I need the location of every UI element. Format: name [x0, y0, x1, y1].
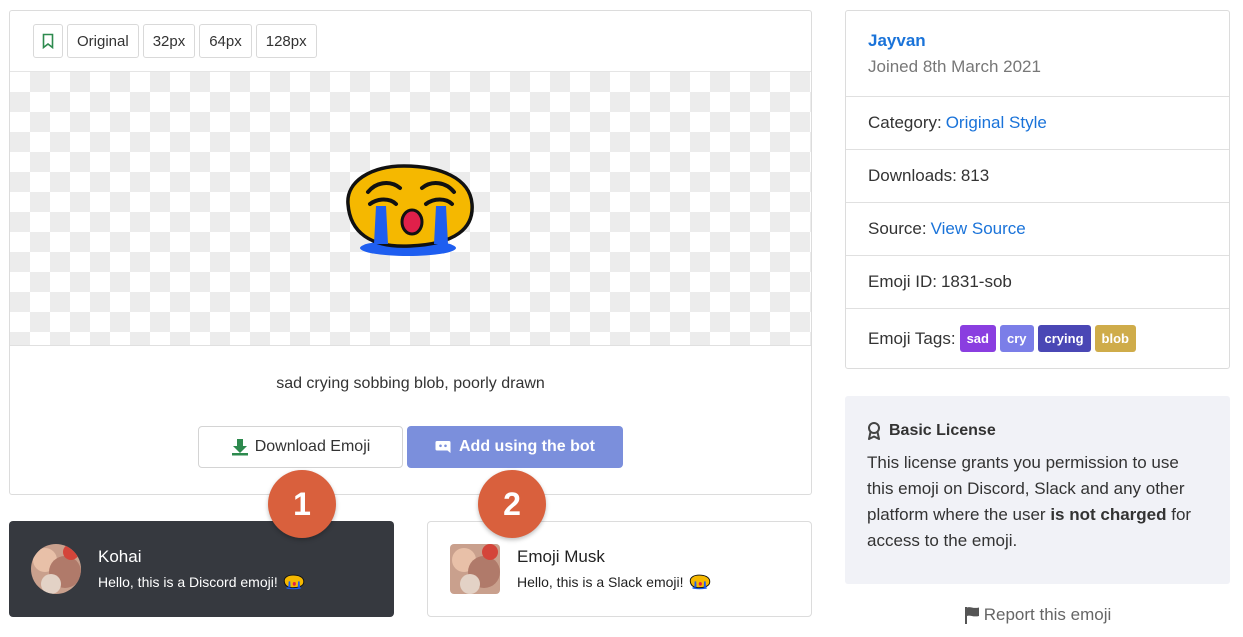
size-64px-button[interactable]: 64px — [199, 24, 252, 58]
download-label: Download Emoji — [254, 438, 371, 455]
license-text: This license grants you permission to us… — [867, 450, 1208, 554]
emoji-preview-card: Original 32px 64px 128px sad crying sobb… — [9, 10, 812, 495]
slack-preview: Emoji Musk Hello, this is a Slack emoji! — [427, 521, 812, 617]
step-badge-1: 1 — [268, 470, 336, 538]
downloads-row: Downloads: 813 — [846, 150, 1229, 203]
license-box: Basic License This license grants you pe… — [845, 396, 1230, 584]
source-row: Source: View Source — [846, 203, 1229, 256]
bookmark-icon — [42, 33, 54, 49]
tags-label: Emoji Tags: — [868, 328, 956, 348]
download-icon — [231, 439, 248, 456]
tag-cry[interactable]: cry — [999, 325, 1034, 352]
view-source-link[interactable]: View Source — [931, 219, 1026, 239]
tag-crying[interactable]: crying — [1037, 325, 1091, 352]
license-header: Basic License — [867, 422, 1208, 440]
emoji-description: sad crying sobbing blob, poorly drawn — [276, 375, 545, 392]
bot-label: Add using the bot — [459, 438, 595, 455]
sob-emoji-icon — [283, 574, 304, 590]
sob-emoji-image — [346, 164, 474, 256]
report-emoji-link[interactable]: Report this emoji — [845, 605, 1230, 625]
size-original-button[interactable]: Original — [67, 24, 139, 58]
author-row: Jayvan Joined 8th March 2021 — [846, 11, 1229, 97]
emoji-info-panel: Jayvan Joined 8th March 2021 Category: O… — [845, 10, 1230, 369]
emoji-canvas — [10, 72, 811, 346]
category-row: Category: Original Style — [846, 97, 1229, 150]
avatar — [450, 544, 500, 594]
emoji-id-row: Emoji ID: 1831-sob — [846, 256, 1229, 309]
joined-date: Joined 8th March 2021 — [868, 56, 1041, 76]
slack-username: Emoji Musk — [517, 547, 605, 566]
slack-message-block: Emoji Musk Hello, this is a Slack emoji! — [517, 547, 711, 591]
discord-message-text: Hello, this is a Discord emoji! — [98, 574, 278, 590]
tag-blob[interactable]: blob — [1094, 325, 1136, 352]
report-label: Report this emoji — [983, 605, 1112, 624]
download-emoji-button[interactable]: Download Emoji — [198, 426, 403, 468]
flag-icon — [964, 607, 979, 624]
sob-emoji-icon — [689, 574, 710, 590]
size-32px-button[interactable]: 32px — [142, 24, 196, 58]
add-using-bot-button[interactable]: Add using the bot — [407, 426, 623, 468]
category-link[interactable]: Original Style — [946, 113, 1047, 133]
size-128px-button[interactable]: 128px — [255, 24, 317, 58]
downloads-label: Downloads: — [868, 166, 957, 185]
avatar — [31, 544, 81, 594]
emoji-id-label: Emoji ID: — [868, 272, 937, 291]
license-title: Basic License — [889, 422, 996, 439]
bookmark-button[interactable] — [33, 24, 63, 58]
emoji-id-value: 1831-sob — [940, 272, 1012, 291]
discord-message-block: Kohai Hello, this is a Discord emoji! — [98, 547, 305, 591]
discord-username: Kohai — [98, 547, 142, 566]
discord-preview: Kohai Hello, this is a Discord emoji! — [9, 521, 394, 617]
tags-row: Emoji Tags: sad cry crying blob — [846, 309, 1229, 368]
source-label: Source: — [868, 219, 927, 238]
discord-icon — [435, 441, 451, 453]
slack-message-text: Hello, this is a Slack emoji! — [517, 574, 684, 590]
author-link[interactable]: Jayvan — [868, 31, 926, 51]
downloads-count: 813 — [960, 166, 990, 185]
slack-message: Hello, this is a Slack emoji! — [517, 573, 711, 591]
size-toolbar: Original 32px 64px 128px — [10, 11, 811, 72]
license-text-bold: is not charged — [1050, 505, 1167, 524]
discord-message: Hello, this is a Discord emoji! — [98, 573, 305, 591]
tag-sad[interactable]: sad — [959, 325, 996, 352]
step-badge-2: 2 — [478, 470, 546, 538]
award-icon — [868, 422, 880, 440]
category-label: Category: — [868, 113, 942, 132]
